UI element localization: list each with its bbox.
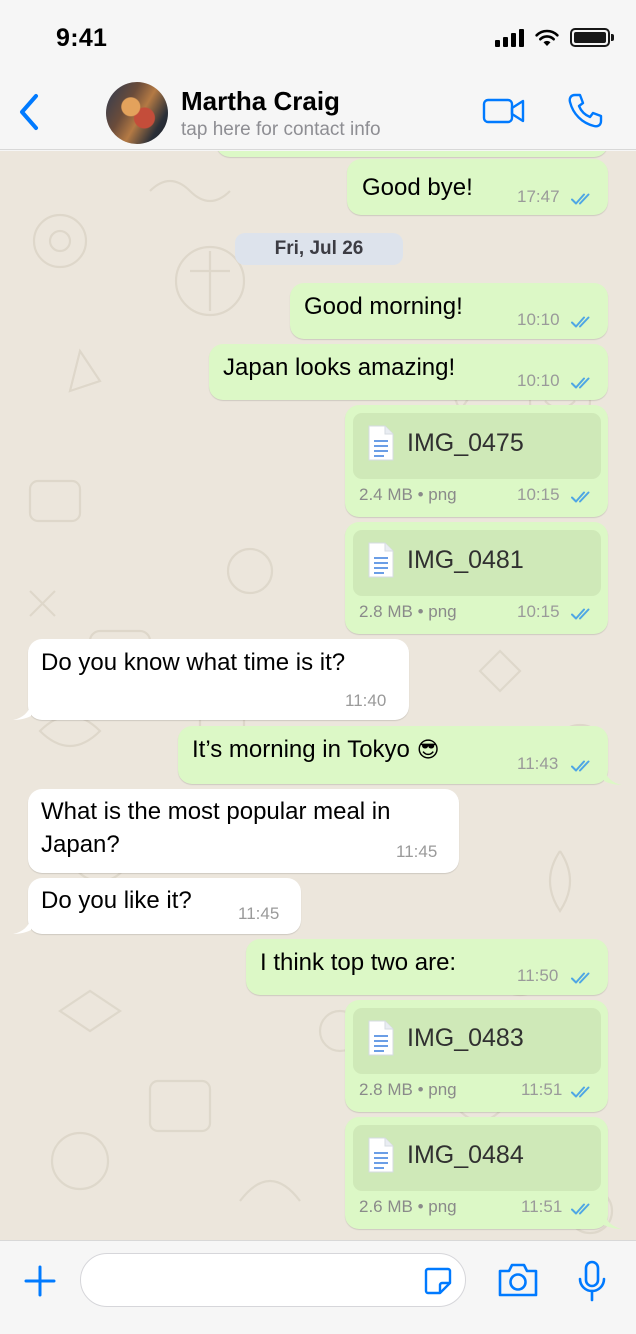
chat-header: Martha Craig tap here for contact info (0, 72, 636, 150)
battery-icon (570, 28, 614, 47)
message-time: 10:10 (517, 310, 560, 329)
file-type: png (428, 1080, 457, 1099)
message-bubble-partial (216, 151, 608, 157)
message-composer (0, 1240, 636, 1334)
message-text: It’s morning in Tokyo 😎 (192, 734, 440, 766)
message-time: 11:51 (521, 1080, 563, 1099)
message-text: I think top two are: (260, 949, 457, 976)
read-receipt-icon (571, 1202, 595, 1216)
message-bubble-outgoing[interactable]: Good bye! 17:47 (347, 159, 608, 215)
read-receipt-icon (571, 607, 595, 621)
contact-name[interactable]: Martha Craig (181, 86, 340, 117)
bubble-tail (13, 704, 31, 720)
file-type: png (428, 602, 457, 621)
message-time: 10:10 (517, 371, 560, 390)
bubble-tail (604, 769, 622, 785)
read-receipt-icon (571, 971, 595, 985)
file-attachment[interactable]: IMG_0475 (353, 413, 601, 479)
message-text: Do you know what time is it? (41, 649, 346, 676)
document-icon (367, 542, 395, 578)
file-attachment[interactable]: IMG_0481 (353, 530, 601, 596)
message-bubble-outgoing[interactable]: It’s morning in Tokyo 😎 11:43 (178, 726, 608, 784)
document-icon (367, 1137, 395, 1173)
file-meta: 2.4 MB • png (359, 485, 457, 504)
message-bubble-incoming[interactable]: Do you like it? 11:45 (28, 878, 301, 934)
chat-area[interactable]: Good bye! 17:47 Fri, Jul 26 Good morning… (0, 151, 636, 1240)
file-meta: 2.8 MB • png (359, 602, 457, 621)
message-time: 10:15 (517, 485, 560, 504)
file-meta: 2.8 MB • png (359, 1080, 457, 1099)
message-text: Do you like it? (41, 887, 192, 914)
file-attachment[interactable]: IMG_0483 (353, 1008, 601, 1074)
message-text-line-1: What is the most popular meal in (41, 798, 391, 825)
bubble-tail (604, 1213, 622, 1229)
file-name: IMG_0483 (407, 1024, 524, 1052)
plus-icon[interactable] (22, 1263, 58, 1299)
file-meta: 2.6 MB • png (359, 1197, 457, 1216)
message-time: 11:45 (396, 842, 438, 861)
contact-info-hint[interactable]: tap here for contact info (181, 119, 381, 141)
chevron-left-icon[interactable] (14, 90, 44, 134)
cellular-signal-icon (495, 28, 524, 47)
wifi-icon (535, 29, 559, 46)
phone-icon[interactable] (566, 92, 604, 130)
file-message-outgoing[interactable]: IMG_0483 2.8 MB • png 11:51 (345, 1000, 608, 1112)
message-bubble-outgoing[interactable]: I think top two are: 11:50 (246, 939, 608, 995)
file-name: IMG_0475 (407, 429, 524, 457)
message-bubble-outgoing[interactable]: Japan looks amazing! 10:10 (209, 344, 608, 400)
message-time: 11:43 (517, 754, 559, 773)
message-time: 11:45 (238, 904, 280, 923)
read-receipt-icon (571, 376, 595, 390)
message-time: 11:50 (517, 966, 559, 985)
message-time: 11:51 (521, 1197, 563, 1216)
video-camera-icon[interactable] (482, 96, 526, 126)
read-receipt-icon (571, 315, 595, 329)
message-text-line-2: Japan? (41, 831, 120, 858)
message-text: Japan looks amazing! (223, 354, 456, 381)
bubble-tail (13, 918, 31, 934)
message-text-body: It’s morning in Tokyo (192, 736, 410, 763)
date-separator: Fri, Jul 26 (235, 233, 403, 265)
message-bubble-outgoing[interactable]: Good morning! 10:10 (290, 283, 608, 339)
message-time: 11:40 (345, 691, 387, 710)
file-name: IMG_0481 (407, 546, 524, 574)
file-type: png (428, 1197, 457, 1216)
message-text: Good morning! (304, 293, 463, 320)
sticker-icon[interactable] (422, 1265, 454, 1297)
document-icon (367, 425, 395, 461)
file-attachment[interactable]: IMG_0484 (353, 1125, 601, 1191)
status-bar: 9:41 (0, 0, 636, 72)
read-receipt-icon (571, 490, 595, 504)
message-time: 17:47 (517, 187, 560, 206)
read-receipt-icon (571, 1085, 595, 1099)
microphone-icon[interactable] (576, 1259, 608, 1303)
file-message-outgoing[interactable]: IMG_0484 2.6 MB • png 11:51 (345, 1117, 608, 1229)
status-time: 9:41 (56, 24, 108, 52)
message-bubble-incoming[interactable]: What is the most popular meal in Japan? … (28, 789, 459, 873)
read-receipt-icon (571, 759, 595, 773)
avatar[interactable] (106, 82, 168, 144)
file-size: 2.8 MB (359, 602, 413, 621)
status-icons (495, 28, 614, 47)
camera-icon[interactable] (496, 1261, 540, 1299)
file-message-outgoing[interactable]: IMG_0481 2.8 MB • png 10:15 (345, 522, 608, 634)
message-bubble-incoming[interactable]: Do you know what time is it? 11:40 (28, 639, 409, 720)
message-time: 10:15 (517, 602, 560, 621)
message-text: Good bye! (362, 174, 473, 201)
document-icon (367, 1020, 395, 1056)
message-input[interactable] (80, 1253, 466, 1307)
file-size: 2.8 MB (359, 1080, 413, 1099)
file-size: 2.6 MB (359, 1197, 413, 1216)
file-name: IMG_0484 (407, 1141, 524, 1169)
sunglasses-emoji: 😎 (416, 737, 440, 762)
file-type: png (428, 485, 457, 504)
file-size: 2.4 MB (359, 485, 413, 504)
read-receipt-icon (571, 192, 595, 206)
file-message-outgoing[interactable]: IMG_0475 2.4 MB • png 10:15 (345, 405, 608, 517)
